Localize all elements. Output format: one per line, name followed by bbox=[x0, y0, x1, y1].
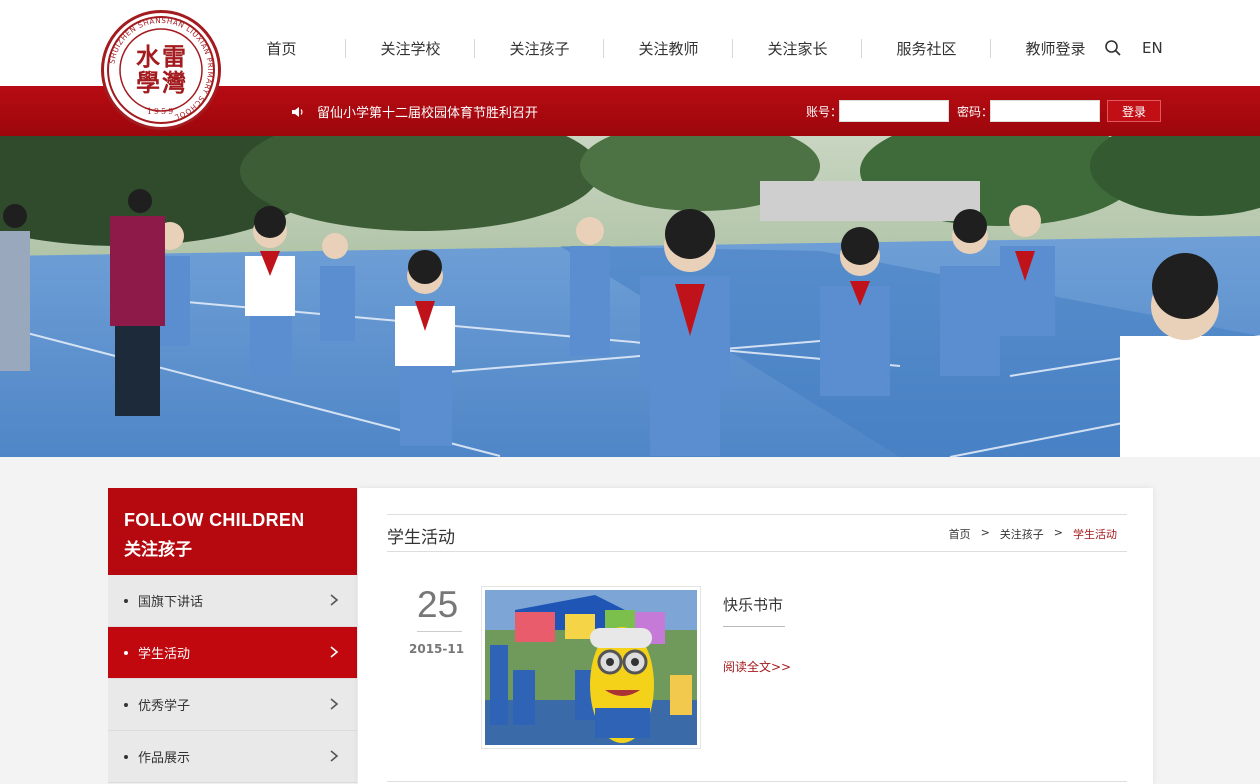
logo-seal-image: SHUIZHEN SHANSHAN LIUXIAN PRIMARY SCHOOL… bbox=[107, 16, 215, 124]
article-divider bbox=[387, 781, 1127, 782]
sidebar-title-cn: 关注孩子 bbox=[124, 540, 192, 560]
language-switch[interactable]: EN bbox=[1142, 39, 1163, 57]
content-panel: 学生活动 首页 > 关注孩子 > 学生活动 25 2015-11 快乐书市 阅读… bbox=[358, 488, 1153, 784]
sidebar-item-label: 作品展示 bbox=[138, 751, 191, 766]
read-more-link[interactable]: 阅读全文>> bbox=[723, 658, 791, 675]
title-divider bbox=[723, 626, 785, 627]
svg-text:學: 學 bbox=[136, 68, 160, 97]
date-divider bbox=[417, 631, 462, 632]
nav-item-home[interactable]: 首页 bbox=[217, 30, 346, 66]
sidebar: FOLLOW CHILDREN 关注孩子 国旗下讲话 学生活动 优秀学子 作品展… bbox=[108, 488, 357, 784]
password-input[interactable] bbox=[990, 100, 1100, 122]
nav-item-parents[interactable]: 关注家长 bbox=[733, 30, 862, 66]
article-thumbnail[interactable] bbox=[481, 586, 701, 749]
search-icon[interactable] bbox=[1104, 39, 1122, 57]
breadcrumb-separator: > bbox=[1053, 526, 1063, 539]
chevron-right-icon bbox=[330, 698, 339, 710]
svg-text:水: 水 bbox=[136, 42, 161, 71]
hero-banner-photo bbox=[0, 136, 1260, 457]
chevron-right-icon bbox=[330, 594, 339, 606]
sidebar-header: FOLLOW CHILDREN 关注孩子 bbox=[108, 488, 357, 575]
sidebar-item-label: 优秀学子 bbox=[138, 699, 191, 714]
breadcrumb-current: 学生活动 bbox=[1073, 528, 1117, 541]
svg-text:1959: 1959 bbox=[147, 107, 175, 116]
breadcrumb-children[interactable]: 关注孩子 bbox=[1000, 526, 1044, 542]
breadcrumb-separator: > bbox=[980, 526, 990, 539]
nav-item-teacher-login[interactable]: 教师登录 bbox=[991, 30, 1120, 66]
login-button[interactable]: 登录 bbox=[1107, 100, 1161, 122]
breadcrumb: 首页 > 关注孩子 > 学生活动 bbox=[949, 526, 1117, 542]
breadcrumb-home[interactable]: 首页 bbox=[949, 526, 971, 542]
main-nav: 首页 关注学校 关注孩子 关注教师 关注家长 服务社区 教师登录 bbox=[217, 30, 1120, 70]
school-logo[interactable]: SHUIZHEN SHANSHAN LIUXIAN PRIMARY SCHOOL… bbox=[101, 10, 221, 130]
bullet-icon bbox=[124, 754, 128, 759]
sidebar-item-flag-speech[interactable]: 国旗下讲话 bbox=[108, 575, 357, 627]
article-title[interactable]: 快乐书市 bbox=[723, 594, 783, 615]
sidebar-item-works-display[interactable]: 作品展示 bbox=[108, 731, 357, 783]
nav-item-community[interactable]: 服务社区 bbox=[862, 30, 991, 66]
nav-item-children[interactable]: 关注孩子 bbox=[475, 30, 604, 66]
article-day: 25 bbox=[417, 584, 459, 625]
sidebar-title-en: FOLLOW CHILDREN bbox=[124, 510, 305, 530]
article-year-month: 2015-11 bbox=[409, 642, 465, 656]
account-input[interactable] bbox=[839, 100, 949, 122]
sidebar-item-student-activities[interactable]: 学生活动 bbox=[108, 627, 357, 679]
account-label: 账号： bbox=[806, 105, 843, 119]
content-header: 学生活动 首页 > 关注孩子 > 学生活动 bbox=[387, 514, 1127, 552]
svg-text:雷: 雷 bbox=[162, 42, 186, 71]
sidebar-item-label: 学生活动 bbox=[138, 647, 191, 662]
sidebar-item-label: 国旗下讲话 bbox=[138, 595, 204, 610]
nav-item-teachers[interactable]: 关注教师 bbox=[604, 30, 733, 66]
speaker-icon bbox=[291, 104, 305, 118]
sidebar-item-excellent-students[interactable]: 优秀学子 bbox=[108, 679, 357, 731]
nav-item-school[interactable]: 关注学校 bbox=[346, 30, 475, 66]
svg-text:灣: 灣 bbox=[162, 68, 186, 97]
password-label: 密码： bbox=[957, 105, 994, 119]
bullet-icon bbox=[124, 650, 128, 655]
chevron-right-icon bbox=[330, 750, 339, 762]
chevron-right-icon bbox=[330, 646, 339, 658]
notice-text[interactable]: 留仙小学第十二届校园体育节胜利召开 bbox=[317, 102, 538, 121]
section-title: 学生活动 bbox=[387, 528, 455, 548]
bullet-icon bbox=[124, 702, 128, 707]
bullet-icon bbox=[124, 598, 128, 603]
